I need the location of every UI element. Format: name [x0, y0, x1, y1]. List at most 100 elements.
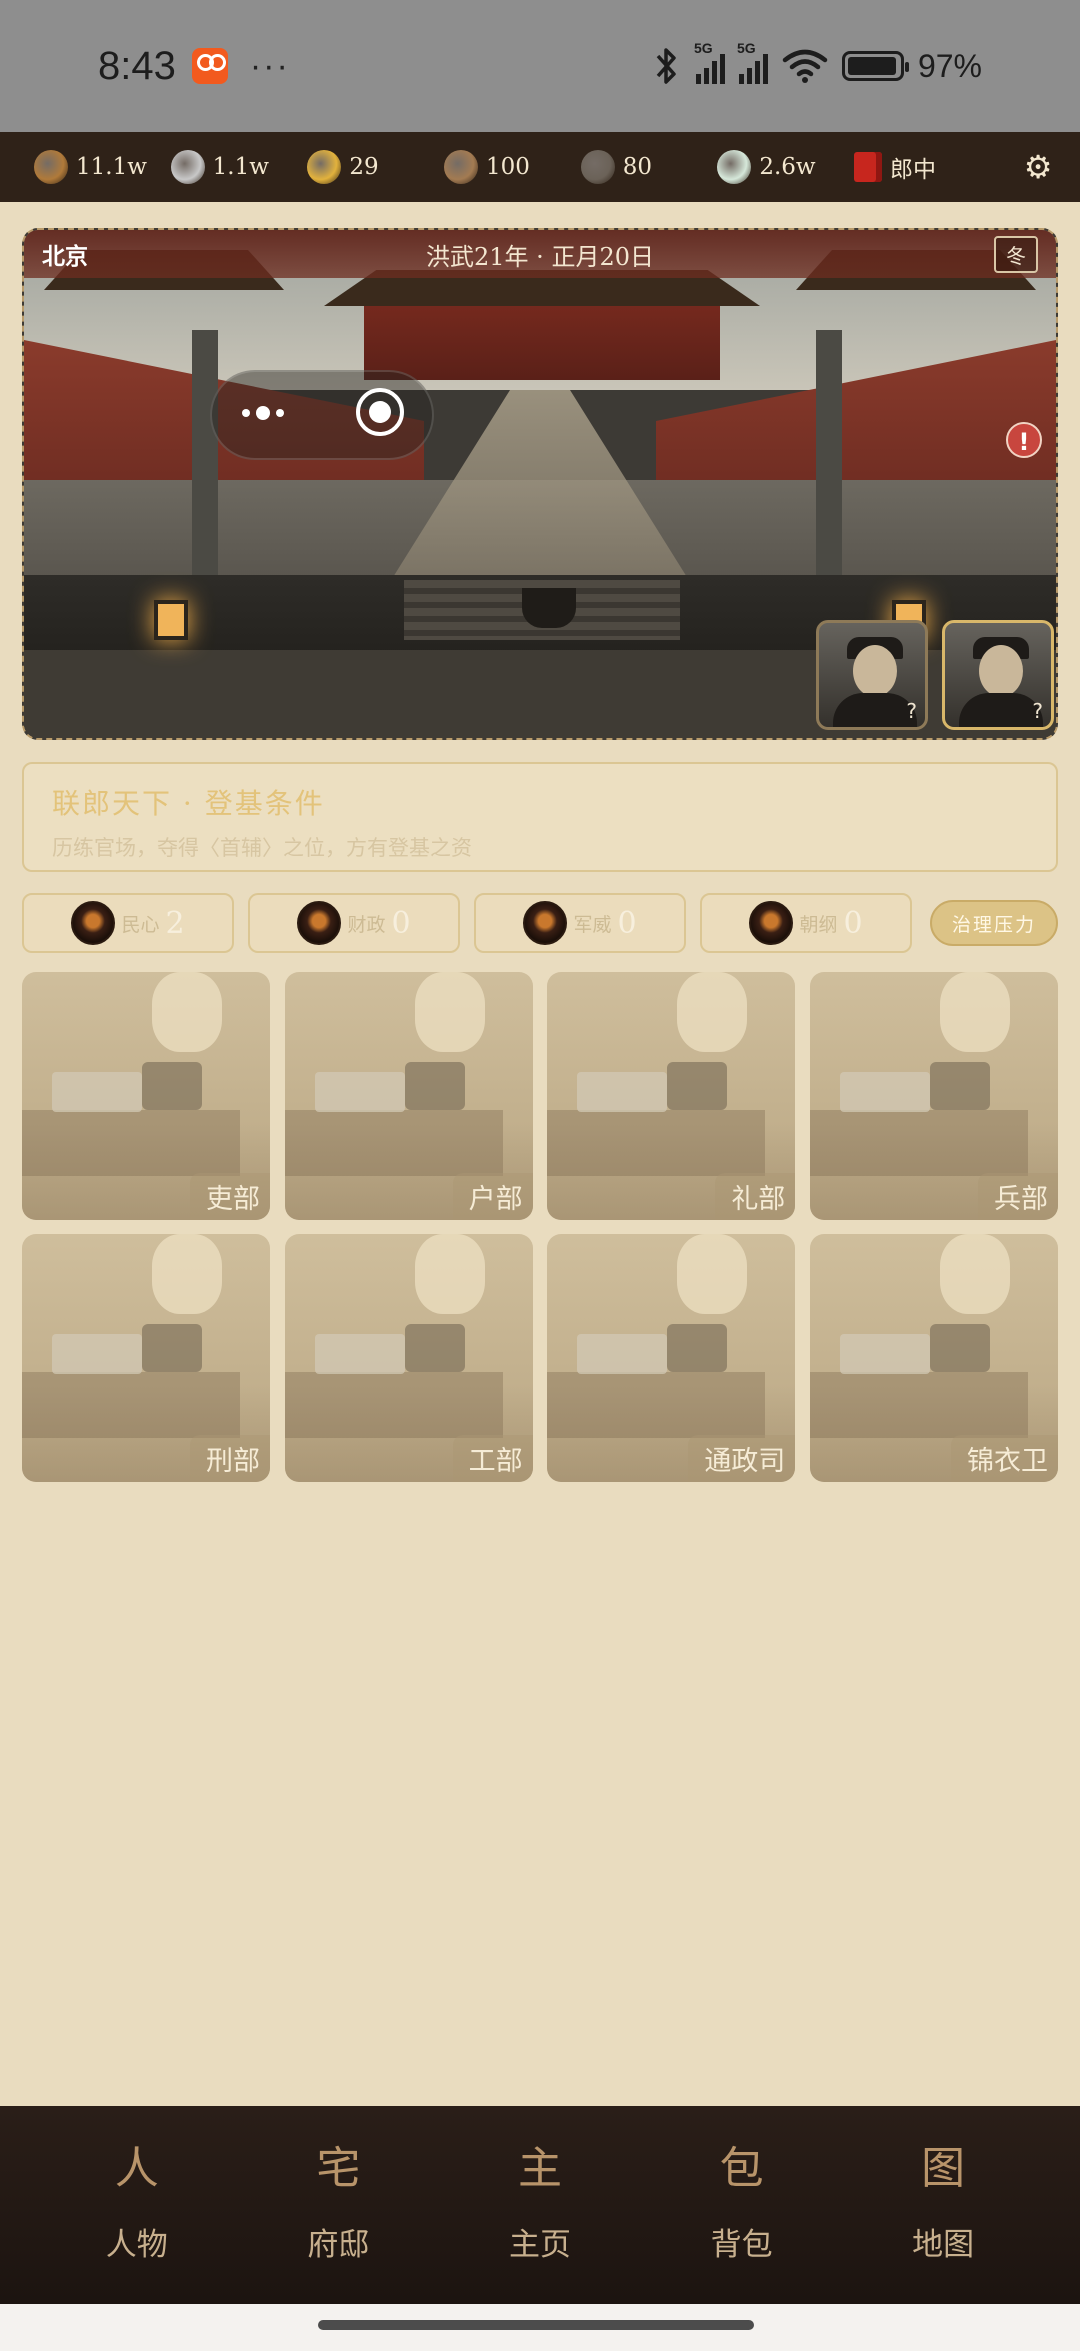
resource-value: 1.1w: [212, 154, 269, 180]
nav-item[interactable]: 人人物: [62, 2142, 212, 2264]
ministry-label: 礼部: [715, 1173, 796, 1220]
status-right: 5G 5G 97%: [652, 40, 982, 86]
resource-value: 29: [349, 154, 379, 180]
game-date: 洪武21年 · 正月20日: [426, 242, 654, 271]
jade-icon: [717, 150, 752, 184]
ministry-card[interactable]: 户部: [284, 972, 533, 1220]
unknown-mark: ?: [1032, 699, 1043, 723]
goal-banner[interactable]: 联郎天下 · 登基条件 历练官场，夺得〈首辅〉之位，方有登基之资: [22, 762, 1058, 872]
ellipsis-dots-icon[interactable]: [242, 406, 284, 420]
ministry-card[interactable]: 通政司: [547, 1234, 796, 1482]
cellular-signal-icon: 5G: [694, 40, 725, 84]
resource-item[interactable]: 80: [580, 150, 718, 184]
stat-chip[interactable]: 朝纲 0: [700, 893, 912, 953]
cellular-signal-icon-2: 5G: [737, 40, 768, 84]
bottom-navigation: 人人物宅府邸主主页包背包图地图: [0, 2106, 1080, 2304]
nav-glyph-icon: 包: [719, 2142, 764, 2194]
resource-value: 100: [486, 154, 530, 180]
stat-value: 2: [165, 905, 185, 941]
ministry-label: 吏部: [190, 1173, 270, 1220]
incense-cauldron: [522, 588, 576, 628]
official-portrait-1[interactable]: ?: [816, 620, 928, 730]
city-scene[interactable]: 北京 洪武21年 · 正月20日 冬 ? ? !: [22, 228, 1058, 740]
stat-chip[interactable]: 民心 2: [22, 893, 234, 953]
nav-glyph-icon: 图: [921, 2142, 966, 2194]
home-indicator[interactable]: [318, 2320, 754, 2330]
stat-label: 财政: [347, 913, 386, 936]
resource-item[interactable]: 2.6w: [717, 150, 854, 184]
ministry-card[interactable]: 锦衣卫: [809, 1234, 1058, 1482]
official-rank[interactable]: 郎中: [854, 150, 1018, 184]
stat-label: 民心: [121, 913, 160, 936]
stat-value: 0: [617, 905, 637, 941]
official-portrait-2[interactable]: ?: [942, 620, 1054, 730]
rank-book-icon: [854, 152, 883, 182]
stat-emblem-icon: [71, 901, 116, 945]
rank-label: 郎中: [890, 157, 937, 183]
stat-emblem-icon: [749, 901, 794, 945]
resource-value: 2.6w: [759, 154, 816, 180]
resource-item[interactable]: 1.1w: [170, 150, 308, 184]
battery-percent: 97%: [917, 47, 982, 84]
ministry-label: 工部: [452, 1435, 533, 1482]
ministry-label: 兵部: [977, 1173, 1058, 1220]
more-notifications-icon: ···: [249, 46, 290, 85]
grain-sack-icon: [444, 150, 479, 184]
status-time: 8:43: [98, 43, 176, 88]
iron-ore-icon: [580, 150, 615, 184]
nav-glyph-icon: 人: [114, 2142, 159, 2194]
status-bar: 8:43 ··· 5G 5G 97%: [0, 0, 1080, 132]
ministry-label: 锦衣卫: [950, 1435, 1058, 1482]
resource-item[interactable]: 11.1w: [34, 150, 171, 184]
stat-chip[interactable]: 军威 0: [474, 893, 686, 953]
governance-pressure-button[interactable]: 治理压力: [929, 900, 1058, 946]
gold-ingot-icon: [307, 150, 342, 184]
ministry-label: 刑部: [190, 1435, 270, 1482]
nav-glyph-icon: 宅: [316, 2142, 361, 2194]
ministry-card[interactable]: 兵部: [809, 972, 1058, 1220]
ministry-card[interactable]: 工部: [284, 1234, 533, 1482]
nav-item[interactable]: 宅府邸: [263, 2142, 413, 2264]
nav-label: 主页: [508, 2226, 571, 2263]
season-badge: 冬: [994, 235, 1038, 273]
unknown-mark: ?: [906, 699, 917, 723]
ministry-card[interactable]: 吏部: [22, 972, 270, 1220]
resource-bar: 11.1w 1.1w 29 100 80 2.6w 郎中 ⚙: [0, 132, 1080, 202]
ministry-label: 通政司: [688, 1435, 796, 1482]
wifi-icon: [782, 49, 828, 83]
target-record-icon[interactable]: [356, 388, 404, 436]
stat-chip[interactable]: 财政 0: [248, 893, 460, 953]
ministry-label: 户部: [452, 1173, 533, 1220]
resource-value: 11.1w: [76, 154, 147, 180]
nav-item[interactable]: 包背包: [667, 2142, 817, 2264]
goal-subtitle: 历练官场，夺得〈首辅〉之位，方有登基之资: [52, 836, 472, 860]
nav-item[interactable]: 主主页: [465, 2142, 615, 2264]
silver-ingot-icon: [170, 150, 205, 184]
ministry-grid: 吏部 户部 礼部 兵部刑部 工部 通政司 锦衣卫: [22, 972, 1058, 1482]
lantern-left: [154, 600, 188, 640]
stat-label: 朝纲: [799, 913, 838, 936]
nav-label: 地图: [912, 2226, 975, 2263]
resource-item[interactable]: 29: [307, 150, 444, 184]
stats-row: 民心 2 财政 0 军威 0 朝纲 0 治理压力: [22, 892, 1058, 954]
resource-value: 80: [622, 154, 652, 180]
stat-emblem-icon: [523, 901, 568, 945]
resource-item[interactable]: 100: [444, 150, 581, 184]
ministry-card[interactable]: 刑部: [22, 1234, 270, 1482]
nav-label: 人物: [105, 2226, 168, 2263]
nav-item[interactable]: 图地图: [868, 2142, 1018, 2264]
stat-emblem-icon: [297, 901, 342, 945]
copper-coin-icon: [34, 150, 68, 184]
app-notification-icon: [191, 48, 228, 84]
stat-value: 0: [391, 905, 411, 941]
ministry-card[interactable]: 礼部: [547, 972, 796, 1220]
battery-icon: [841, 51, 909, 81]
nav-glyph-icon: 主: [517, 2142, 562, 2194]
scene-header: 北京 洪武21年 · 正月20日 冬: [24, 230, 1056, 278]
goal-title: 联郎天下 · 登基条件: [52, 787, 325, 820]
stat-value: 0: [843, 905, 863, 941]
nav-label: 府邸: [307, 2226, 370, 2263]
alert-badge-icon[interactable]: !: [1006, 422, 1042, 458]
gear-icon[interactable]: ⚙: [1018, 148, 1058, 186]
stat-label: 军威: [573, 913, 612, 936]
